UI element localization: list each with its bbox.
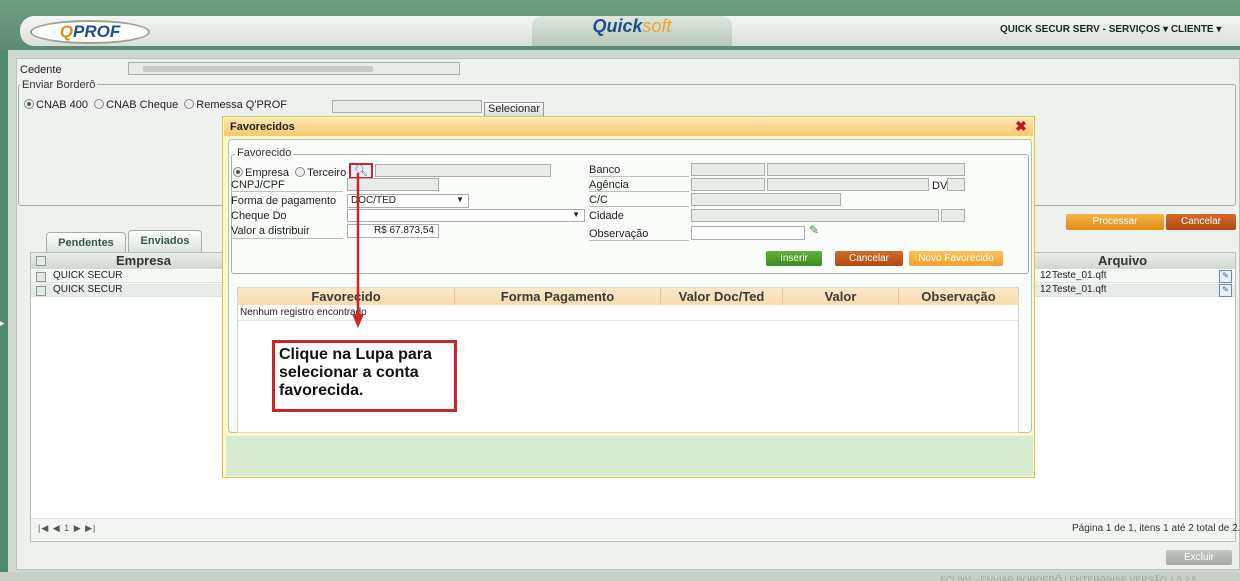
annotation-callout: Clique na Lupa para selecionar a conta f…	[272, 340, 457, 412]
annotation-arrow-head	[352, 314, 364, 328]
annotation-arrow	[352, 173, 364, 328]
